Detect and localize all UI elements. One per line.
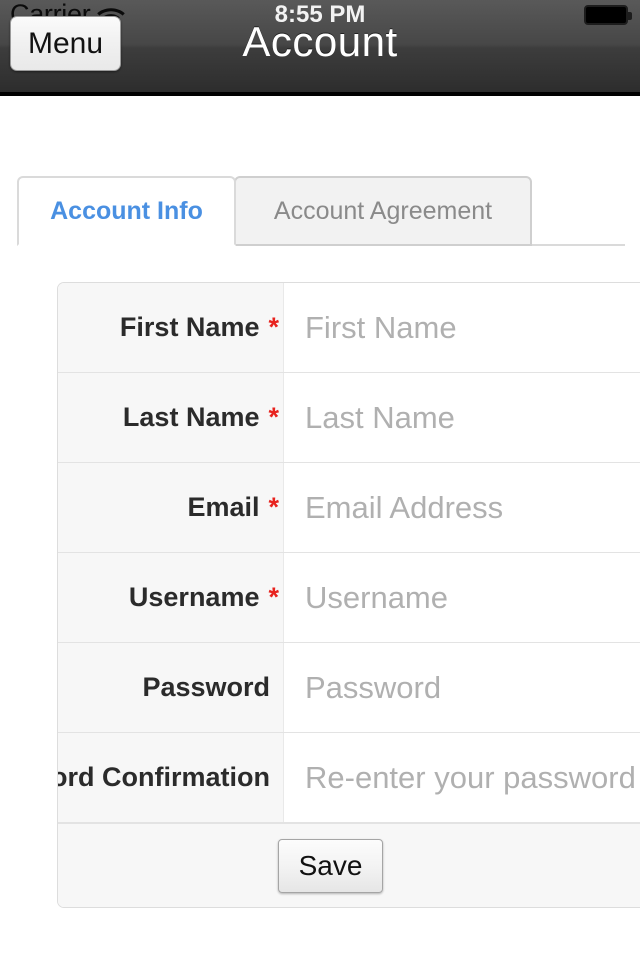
username-input[interactable] (305, 579, 640, 616)
table-row: Email * (58, 463, 640, 553)
required-asterisk-icon: * (268, 582, 279, 612)
password-confirmation-input[interactable] (305, 759, 640, 796)
username-label-text: Username (128, 582, 260, 612)
first-name-label-text: First Name (119, 312, 260, 342)
email-label-text: Email (187, 492, 260, 522)
required-asterisk-icon: * (268, 492, 279, 522)
page-content: Account Info Account Agreement First Nam… (0, 100, 640, 960)
first-name-cell (284, 283, 640, 372)
last-name-cell (284, 373, 640, 462)
form-footer: Save (58, 823, 640, 907)
last-name-label-text: Last Name (122, 402, 260, 432)
password-cell (284, 643, 640, 732)
menu-button[interactable]: Menu (10, 16, 121, 71)
email-field[interactable] (305, 489, 640, 526)
app-viewport: Account Carrier 8:55 PM Menu Account Inf… (0, 0, 640, 960)
first-name-label: First Name * (58, 283, 284, 372)
last-name-input[interactable] (305, 399, 640, 436)
tab-account-info[interactable]: Account Info (17, 176, 236, 246)
password-label-text: Password (142, 672, 270, 702)
password-label: Password (58, 643, 284, 732)
tab-bar: Account Info Account Agreement (17, 176, 625, 246)
username-cell (284, 553, 640, 642)
account-form-table: First Name * Last Name * Email (57, 282, 640, 908)
table-row: Password Confirmation (58, 733, 640, 823)
password-confirmation-label-text: Password Confirmation (58, 762, 270, 792)
save-button[interactable]: Save (278, 838, 383, 893)
required-asterisk-icon: * (268, 312, 279, 342)
password-input[interactable] (305, 669, 640, 706)
password-confirmation-label: Password Confirmation (58, 733, 284, 822)
table-row: Password (58, 643, 640, 733)
tab-account-agreement[interactable]: Account Agreement (234, 176, 532, 246)
password-confirmation-cell (284, 733, 640, 822)
email-label: Email * (58, 463, 284, 552)
last-name-label: Last Name * (58, 373, 284, 462)
required-asterisk-icon: * (268, 402, 279, 432)
table-row: Last Name * (58, 373, 640, 463)
first-name-input[interactable] (305, 309, 640, 346)
email-cell (284, 463, 640, 552)
table-row: Username * (58, 553, 640, 643)
username-label: Username * (58, 553, 284, 642)
table-row: First Name * (58, 283, 640, 373)
